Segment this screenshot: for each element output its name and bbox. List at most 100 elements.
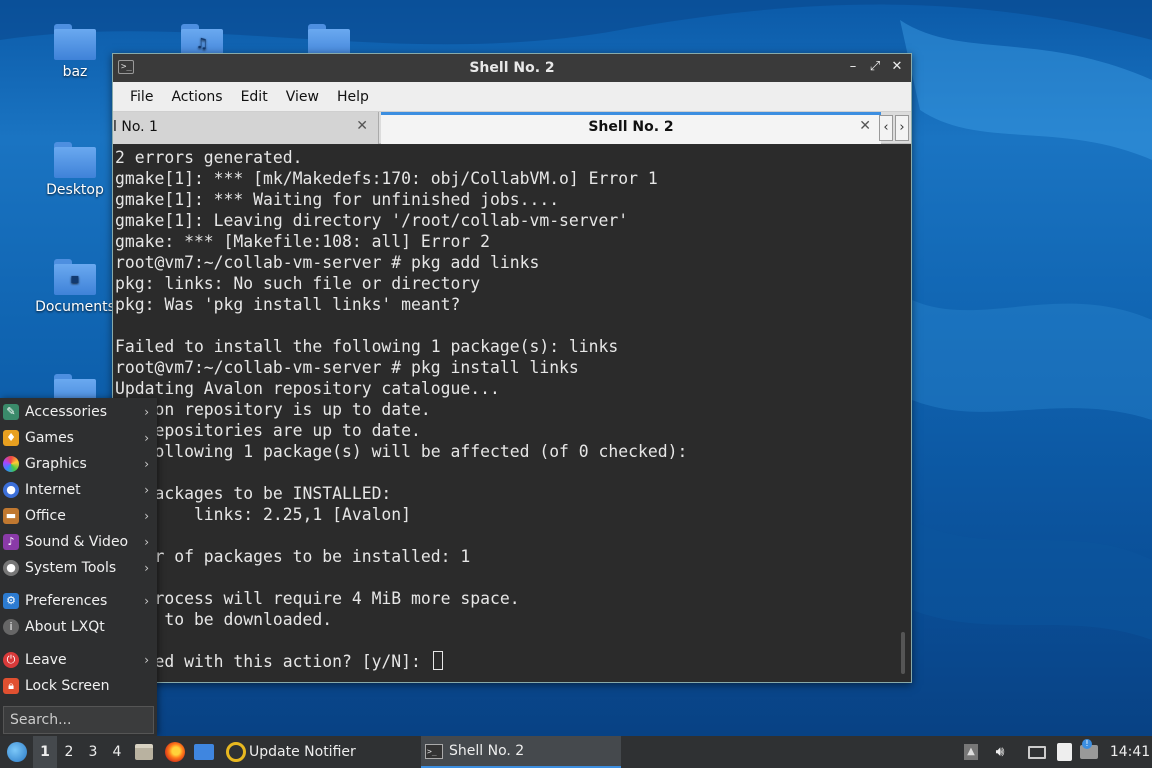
menu-item-system-tools[interactable]: ● System Tools › [0, 555, 157, 581]
clock[interactable]: 14:41 [1108, 736, 1152, 768]
desktop-switch-2[interactable]: 2 [57, 736, 81, 768]
documents-folder-icon: ▪ [54, 259, 96, 295]
tab-label: l No. 1 [113, 119, 158, 135]
menu-help[interactable]: Help [328, 89, 378, 105]
menubar: File Actions Edit View Help [113, 82, 911, 112]
volume-icon[interactable]: 🔊︎ [989, 736, 1011, 768]
terminal-output[interactable]: 2 errors generated. gmake[1]: *** [mk/Mak… [113, 145, 911, 682]
chevron-right-icon: › [144, 535, 149, 549]
menu-item-games[interactable]: ♦ Games › [0, 425, 157, 451]
tab-scroll-left-icon[interactable]: ‹ [879, 115, 893, 141]
notification-icon[interactable]: ! [1078, 736, 1100, 768]
terminal-line: eed with this action? [y/N]: [115, 651, 911, 672]
close-icon[interactable]: ✕ [889, 58, 905, 76]
sound-video-icon: ♪ [3, 534, 19, 550]
menu-item-office[interactable]: ▬ Office › [0, 503, 157, 529]
desktop-folder-baz[interactable]: baz [30, 24, 120, 80]
desktop-icon-label: Desktop [46, 182, 104, 198]
menu-view[interactable]: View [277, 89, 328, 105]
menu-item-label: Games [25, 430, 74, 446]
menu-file[interactable]: File [121, 89, 162, 105]
desktop-icon-label: Documents [35, 299, 115, 315]
menu-item-label: Lock Screen [25, 678, 110, 694]
firefox-icon[interactable] [163, 736, 187, 768]
terminal-line: packages to be INSTALLED: [115, 484, 392, 503]
menu-item-sound-video[interactable]: ♪ Sound & Video › [0, 529, 157, 555]
menu-item-about[interactable]: i About LXQt [0, 614, 157, 640]
menu-item-label: Accessories [25, 404, 108, 420]
terminal-line: pkg: Was 'pkg install links' meant? [115, 295, 461, 314]
taskbar: 1 2 3 4 Update Notifier >_ Shell No. 2 ▲… [0, 736, 1152, 768]
terminal-line: lon repository is up to date. [115, 400, 431, 419]
application-menu: ✎ Accessories › ♦ Games › Graphics › ● Interne… [0, 398, 157, 736]
window-titlebar[interactable]: >_ Shell No. 2 – ⤢ ✕ [113, 54, 911, 82]
desktop-switch-4[interactable]: 4 [105, 736, 129, 768]
terminal-icon: >_ [425, 743, 443, 759]
terminal-line: gmake[1]: *** Waiting for unfinished job… [115, 190, 560, 209]
menu-item-leave[interactable]: ⏻ Leave › [0, 647, 157, 673]
task-update-notifier[interactable]: Update Notifier [222, 736, 418, 768]
menu-edit[interactable]: Edit [232, 89, 277, 105]
terminal-scrollbar[interactable] [901, 632, 905, 674]
terminal-line: B to be downloaded. [115, 610, 333, 629]
terminal-line: er of packages to be installed: 1 [115, 547, 471, 566]
menu-item-internet[interactable]: ● Internet › [0, 477, 157, 503]
tab-shell-2[interactable]: Shell No. 2 ✕ [381, 112, 881, 144]
chevron-right-icon: › [144, 509, 149, 523]
folder-icon [54, 142, 96, 178]
maximize-icon[interactable]: ⤢ [867, 58, 883, 76]
desktop-icon-label: baz [62, 64, 88, 80]
file-manager-icon[interactable] [133, 736, 155, 768]
terminal-line: pkg: links: No such file or directory [115, 274, 481, 293]
tab-shell-1[interactable]: l No. 1 ✕ [113, 112, 379, 144]
terminal-line: 2 errors generated. [115, 148, 303, 167]
chevron-right-icon: › [144, 483, 149, 497]
menu-item-accessories[interactable]: ✎ Accessories › [0, 399, 157, 425]
terminal-line: following 1 package(s) will be affected … [115, 442, 688, 461]
menu-item-lock-screen[interactable]: 🔒︎ Lock Screen [0, 673, 157, 699]
clipboard-icon[interactable] [1053, 736, 1075, 768]
desktop-switch-1[interactable]: 1 [33, 736, 57, 768]
tray-up-arrow-icon[interactable]: ▲ [960, 736, 982, 768]
menu-item-label: Leave [25, 652, 67, 668]
show-desktop-icon[interactable] [193, 736, 215, 768]
menu-item-label: Sound & Video [25, 534, 129, 550]
graphics-icon [3, 456, 19, 472]
network-icon[interactable] [1026, 736, 1048, 768]
tab-close-icon[interactable]: ✕ [859, 118, 871, 134]
lxqt-logo-icon [7, 742, 27, 762]
menu-item-preferences[interactable]: ⚙ Preferences › [0, 588, 157, 614]
start-menu-button[interactable] [4, 736, 30, 768]
desktop-folder-desktop[interactable]: Desktop [30, 142, 120, 198]
menu-search-input[interactable]: Search... [3, 706, 154, 734]
menu-item-label: Office [25, 508, 66, 524]
desktop-switch-3[interactable]: 3 [81, 736, 105, 768]
desktop-folder-documents[interactable]: ▪ Documents [30, 259, 120, 315]
terminal-window: >_ Shell No. 2 – ⤢ ✕ File Actions Edit V… [112, 53, 912, 683]
menu-item-label: Internet [25, 482, 81, 498]
about-icon: i [3, 619, 19, 635]
menu-actions[interactable]: Actions [162, 89, 231, 105]
tab-scroll-right-icon[interactable]: › [895, 115, 909, 141]
terminal-line: Failed to install the following 1 packag… [115, 337, 619, 356]
terminal-line: repositories are up to date. [115, 421, 421, 440]
minimize-icon[interactable]: – [845, 58, 861, 76]
tab-close-icon[interactable]: ✕ [356, 118, 368, 134]
terminal-cursor [432, 651, 443, 670]
menu-item-graphics[interactable]: Graphics › [0, 451, 157, 477]
office-icon: ▬ [3, 508, 19, 524]
menu-item-label: About LXQt [25, 619, 105, 635]
chevron-right-icon: › [144, 561, 149, 575]
folder-icon [54, 24, 96, 60]
terminal-line: Updating Avalon repository catalogue... [115, 379, 500, 398]
task-shell-2[interactable]: >_ Shell No. 2 [421, 736, 621, 768]
chevron-right-icon: › [144, 405, 149, 419]
terminal-line: gmake: *** [Makefile:108: all] Error 2 [115, 232, 490, 251]
terminal-line: root@vm7:~/collab-vm-server # pkg instal… [115, 358, 579, 377]
task-label: Shell No. 2 [449, 743, 525, 759]
terminal-line: root@vm7:~/collab-vm-server # pkg add li… [115, 253, 540, 272]
